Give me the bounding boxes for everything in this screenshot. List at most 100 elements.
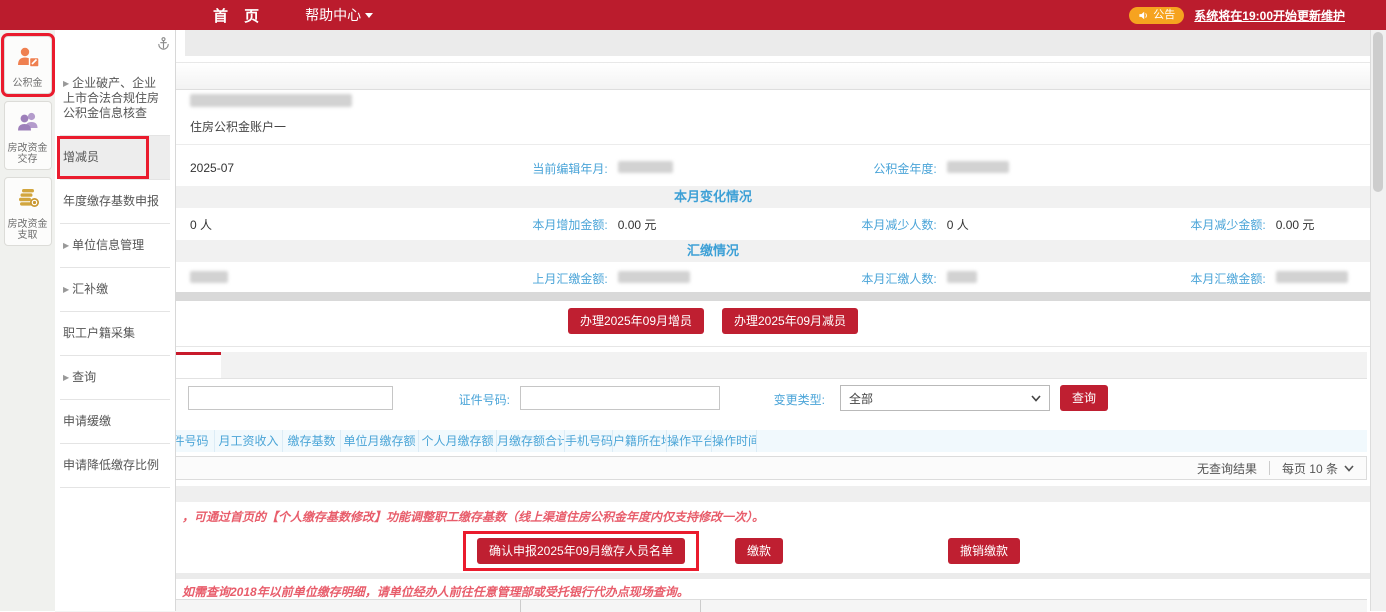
divider	[1269, 461, 1270, 475]
column-header: 缴存基数	[283, 430, 341, 452]
name-input[interactable]	[188, 386, 393, 410]
nav-home[interactable]: 首 页	[213, 5, 265, 26]
change-type-select[interactable]: 全部	[840, 385, 1050, 411]
menu-item-chaxun[interactable]: ▶查询	[60, 356, 170, 400]
reduce-count-label: 本月减少人数:	[713, 216, 937, 233]
page-size-select[interactable]: 每页 10 条	[1282, 460, 1354, 477]
redacted-fund-year	[947, 161, 1009, 173]
monthly-change-section-title: 本月变化情况	[55, 186, 1371, 208]
triangle-right-icon: ▶	[63, 285, 69, 294]
menu-item-label: 职工户籍采集	[63, 326, 135, 340]
function-menu-panel: ▶企业破产、企业上市合法合规住房公积金信息核查增减员年度缴存基数申报▶单位信息管…	[55, 30, 176, 611]
remittance-row: 上月汇缴金额: 本月汇缴人数: 本月汇缴金额:	[55, 266, 1371, 290]
query-button[interactable]: 查询	[1060, 385, 1108, 411]
chevron-down-icon	[365, 13, 373, 18]
triangle-right-icon: ▶	[63, 373, 69, 382]
pay-button[interactable]: 缴款	[735, 538, 783, 564]
speaker-icon	[1138, 10, 1149, 21]
thick-divider	[55, 292, 1371, 301]
triangle-right-icon: ▶	[63, 241, 69, 250]
column-header: 月工资收入	[215, 430, 283, 452]
menu-item-danwei-xinxi-guanli[interactable]: ▶单位信息管理	[60, 224, 170, 268]
bottom-table-row	[55, 599, 1367, 612]
add-member-button[interactable]: 办理2025年09月增员	[568, 308, 704, 334]
change-type-value: 全部	[849, 390, 873, 407]
redacted-this-month-amount	[1276, 271, 1348, 283]
divider-band	[55, 573, 1371, 579]
menu-item-label: 申请降低缴存比例	[63, 458, 159, 472]
collapsed-panel-band	[55, 62, 1371, 90]
empty-result-text: 无查询结果	[1197, 460, 1257, 477]
menu-item-zhigong-huji-caiji[interactable]: 职工户籍采集	[60, 312, 170, 356]
last-month-amount-label: 上月汇缴金额:	[384, 270, 608, 287]
nav-help-label: 帮助中心	[305, 5, 361, 25]
add-amount-value: 0.00 元	[618, 216, 657, 233]
base-adjust-note: ，可通过首页的【个人缴存基数修改】功能调整职工缴存基数（线上渠道住房公积金年度内…	[182, 508, 764, 525]
sidebar-item-label: 公积金	[5, 78, 51, 89]
fund-year-label: 公积金年度:	[713, 160, 937, 177]
content-top-bar	[185, 30, 1371, 56]
redacted-this-month-count	[947, 271, 977, 283]
menu-item-zengjianyuan[interactable]: 增减员	[60, 136, 170, 180]
menu-item-label: 汇补缴	[72, 282, 108, 296]
sidebar-item-fanggaizijin-jiaocun[interactable]: 房改资金交存	[4, 101, 52, 170]
redacted-last-month-amount	[618, 271, 690, 283]
confirm-declare-button[interactable]: 确认申报2025年09月缴存人员名单	[477, 538, 685, 564]
column-header: 单位月缴存额	[341, 430, 419, 452]
menu-item-shenqing-huanjiao[interactable]: 申请缓缴	[60, 400, 170, 444]
change-type-label: 变更类型:	[755, 391, 825, 408]
sidebar-item-label: 房改资金交存	[5, 143, 51, 165]
add-amount-label: 本月增加金额:	[384, 216, 608, 233]
cell-divider	[520, 600, 521, 612]
id-number-input[interactable]	[520, 386, 720, 410]
sidebar-item-gongjijin[interactable]: 公积金	[4, 36, 52, 94]
sidebar-item-label: 房改资金支取	[5, 219, 51, 241]
column-header: 户籍所在地	[613, 430, 667, 452]
id-number-label: 证件号码:	[435, 391, 510, 408]
pagination-bar: 无查询结果 每页 10 条	[55, 456, 1367, 480]
monthly-actions-row: 办理2025年09月增员 办理2025年09月减员	[55, 308, 1371, 334]
this-month-amount-label: 本月汇缴金额:	[1042, 270, 1266, 287]
gray-band	[55, 486, 1371, 502]
menu-item-qiye-hecha[interactable]: ▶企业破产、企业上市合法合规住房公积金信息核查	[60, 62, 170, 136]
page-size-value: 每页 10 条	[1282, 460, 1338, 477]
menu-item-shenqing-jiangdi-jiaocun-bili[interactable]: 申请降低缴存比例	[60, 444, 170, 488]
anchor-icon[interactable]	[156, 36, 171, 51]
redacted-edit-month	[618, 161, 673, 173]
chevron-down-icon	[1031, 395, 1041, 402]
this-month-count-label: 本月汇缴人数:	[713, 270, 937, 287]
sidebar-item-fanggaizijin-zhiqu[interactable]: 房改资金支取	[4, 177, 52, 246]
redacted-remit-count-prev	[190, 271, 228, 283]
scrollbar-thumb[interactable]	[1373, 32, 1383, 192]
column-header: 操作平台	[667, 430, 712, 452]
coins-icon	[5, 185, 51, 216]
menu-item-label: 申请缓缴	[63, 414, 111, 428]
main-content: 住房公积金账户一 2025-07 当前编辑年月: 公积金年度: 本月变化情况 0…	[55, 30, 1371, 611]
module-sidebar: 公积金房改资金交存房改资金支取	[0, 30, 55, 611]
current-month-value: 2025-07	[190, 161, 234, 175]
menu-item-huibujiao[interactable]: ▶汇补缴	[60, 268, 170, 312]
add-count-value: 0 人	[190, 216, 212, 233]
reduce-member-button[interactable]: 办理2025年09月减员	[722, 308, 858, 334]
vertical-scrollbar[interactable]	[1370, 30, 1386, 611]
menu-item-label: 单位信息管理	[72, 238, 144, 252]
cell-divider	[700, 600, 701, 612]
maintenance-notice-link[interactable]: 系统将在19:00开始更新维护	[1194, 7, 1345, 24]
divider-line	[55, 346, 1371, 347]
reduce-count-value: 0 人	[947, 216, 969, 233]
results-table-header: 证件号码月工资收入缴存基数单位月缴存额个人月缴存额月缴存额合计手机号码户籍所在地…	[55, 430, 1367, 452]
history-query-note: 如需查询2018年以前单位缴存明细，请单位经办人前往任意管理部或受托银行代办点现…	[182, 583, 689, 600]
cancel-pay-button[interactable]: 撤销缴款	[948, 538, 1020, 564]
people-icon	[5, 109, 51, 140]
account-info-row: 2025-07 当前编辑年月: 公积金年度:	[55, 156, 1371, 180]
redacted-company-name	[190, 94, 352, 107]
remittance-section-title: 汇缴情况	[55, 240, 1371, 262]
menu-item-label: 查询	[72, 370, 96, 384]
monthly-change-row: 0 人 本月增加金额: 0.00 元 本月减少人数: 0 人 本月减少金额: 0…	[55, 212, 1371, 236]
reduce-amount-label: 本月减少金额:	[1042, 216, 1266, 233]
announcement-badge: 公告	[1129, 7, 1184, 24]
menu-item-niandu-jiaocun-jishu-shenbao[interactable]: 年度缴存基数申报	[60, 180, 170, 224]
nav-help-center[interactable]: 帮助中心	[305, 5, 373, 25]
divider-line	[55, 144, 1371, 145]
person-edit-icon	[5, 44, 51, 75]
